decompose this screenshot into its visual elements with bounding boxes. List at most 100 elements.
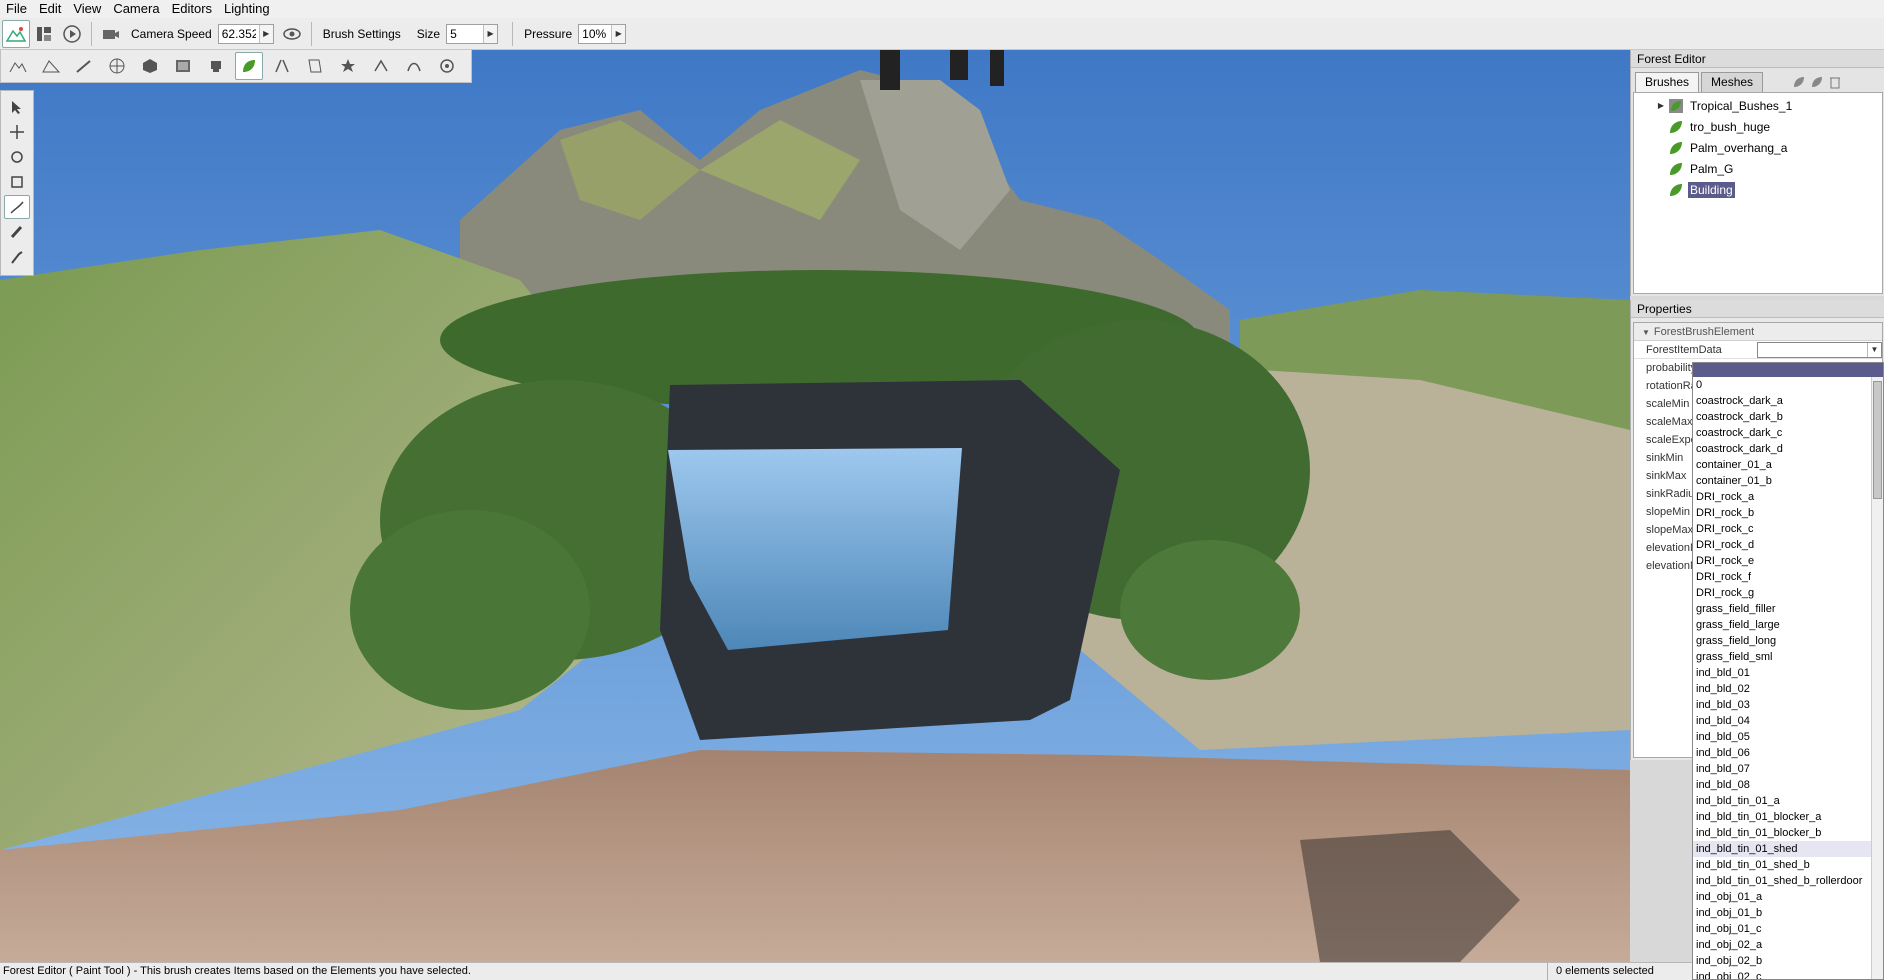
dropdown-option[interactable]: container_01_b [1693,473,1883,489]
menu-editors[interactable]: Editors [166,0,218,18]
dropdown-option[interactable]: 0 [1693,377,1883,393]
dropdown-option[interactable]: DRI_rock_e [1693,553,1883,569]
camera-speed-field[interactable]: ▶ [217,23,274,44]
dropdown-option[interactable]: ind_obj_01_b [1693,905,1883,921]
dropdown-option[interactable]: grass_field_long [1693,633,1883,649]
dropdown-option[interactable]: grass_field_large [1693,617,1883,633]
particle-button[interactable] [334,52,362,80]
new-brush-button[interactable] [1790,74,1808,90]
forest-item-data-select[interactable]: ▼ [1757,342,1882,358]
tree-item-building[interactable]: Building [1668,179,1735,200]
forest-item-dropdown[interactable]: 0 coastrock_dark_a coastrock_dark_b coastro… [1692,362,1884,980]
chevron-down-icon[interactable]: ▼ [1867,343,1881,357]
tree-item-palm-g[interactable]: Palm_G [1668,158,1735,179]
dropdown-option[interactable]: ind_obj_02_a [1693,937,1883,953]
gui-editor-button[interactable] [30,20,58,48]
tree-item-palm-overhang[interactable]: Palm_overhang_a [1668,137,1789,158]
paint-tool-button[interactable] [4,195,30,219]
erase-tool-button[interactable] [4,220,30,244]
pressure-input[interactable] [579,24,612,43]
forest-editor-button[interactable] [235,52,263,80]
rotate-tool-button[interactable] [4,145,30,169]
expand-arrow-icon[interactable]: ▶ [1654,101,1668,110]
dropdown-option[interactable]: coastrock_dark_b [1693,409,1883,425]
pressure-field[interactable]: ▶ [578,23,627,44]
dropdown-option[interactable]: ind_obj_01_c [1693,921,1883,937]
dropdown-option[interactable]: ind_bld_tin_01_shed_b_rollerdoor [1693,873,1883,889]
dropdown-option[interactable]: ind_bld_tin_01_blocker_b [1693,825,1883,841]
menu-edit[interactable]: Edit [33,0,67,18]
terrain-editor-button[interactable] [4,52,32,80]
visibility-button[interactable] [278,20,306,48]
sphere-button[interactable] [433,52,461,80]
dropdown-option[interactable]: ind_obj_02_c [1693,969,1883,979]
camera-speed-arrow-icon[interactable]: ▶ [258,24,273,43]
tree-button[interactable] [400,52,428,80]
dropdown-option[interactable]: ind_bld_01 [1693,665,1883,681]
dropdown-option[interactable]: ind_obj_01_a [1693,889,1883,905]
dropdown-scrollbar[interactable] [1871,377,1883,979]
dropdown-option[interactable]: ind_bld_tin_01_blocker_a [1693,809,1883,825]
dropdown-option[interactable]: ind_bld_tin_01_shed [1693,841,1883,857]
collapse-arrow-icon[interactable]: ▼ [1642,328,1650,337]
dropdown-option[interactable]: coastrock_dark_c [1693,425,1883,441]
dropdown-option[interactable]: ind_bld_tin_01_a [1693,793,1883,809]
size-field[interactable]: ▶ [446,23,499,44]
camera-speed-input[interactable] [218,24,259,43]
dropdown-option[interactable]: DRI_rock_g [1693,585,1883,601]
dropdown-option[interactable]: DRI_rock_d [1693,537,1883,553]
tree-item-tro-bush-huge[interactable]: tro_bush_huge [1668,116,1772,137]
select-tool-button[interactable] [4,95,30,119]
dropdown-option[interactable]: ind_bld_05 [1693,729,1883,745]
object-button[interactable] [136,52,164,80]
new-element-button[interactable] [1808,74,1826,90]
dropdown-option[interactable]: coastrock_dark_a [1693,393,1883,409]
property-group-header[interactable]: ▼ ForestBrushElement [1634,323,1882,341]
dropdown-option[interactable]: ind_obj_02_b [1693,953,1883,969]
sky-button[interactable] [103,52,131,80]
material-button[interactable] [301,52,329,80]
scrollbar-thumb[interactable] [1873,381,1882,499]
terrain-painter-button[interactable] [37,52,65,80]
tab-meshes[interactable]: Meshes [1701,72,1764,92]
dropdown-option[interactable]: ind_bld_03 [1693,697,1883,713]
road-button[interactable] [268,52,296,80]
menu-lighting[interactable]: Lighting [218,0,276,18]
pressure-arrow-icon[interactable]: ▶ [611,24,626,43]
menu-view[interactable]: View [67,0,107,18]
dropdown-option[interactable]: ind_bld_07 [1693,761,1883,777]
delete-brush-button[interactable] [1826,74,1844,90]
dropdown-option[interactable]: container_01_a [1693,457,1883,473]
dropdown-selected-empty[interactable] [1693,363,1883,377]
property-row-forest-item-data: ForestItemData ▼ [1634,341,1882,359]
dropdown-option[interactable]: DRI_rock_a [1693,489,1883,505]
shape-button[interactable] [367,52,395,80]
camera-button[interactable] [97,20,125,48]
dropdown-option[interactable]: DRI_rock_f [1693,569,1883,585]
scale-tool-button[interactable] [4,170,30,194]
dropdown-option[interactable]: grass_field_filler [1693,601,1883,617]
size-arrow-icon[interactable]: ▶ [483,24,498,43]
dropdown-option[interactable]: ind_bld_02 [1693,681,1883,697]
menu-camera[interactable]: Camera [107,0,165,18]
river-button[interactable] [202,52,230,80]
play-button[interactable] [58,20,86,48]
dropdown-option[interactable]: ind_bld_06 [1693,745,1883,761]
dropdown-option[interactable]: DRI_rock_b [1693,505,1883,521]
move-tool-button[interactable] [4,120,30,144]
dropdown-option[interactable]: ind_bld_04 [1693,713,1883,729]
dropdown-option[interactable]: ind_bld_08 [1693,777,1883,793]
scene-viewport[interactable] [0,50,1630,962]
dropdown-option[interactable]: ind_bld_tin_01_shed_b [1693,857,1883,873]
tab-brushes[interactable]: Brushes [1635,72,1700,92]
dropdown-option[interactable]: grass_field_sml [1693,649,1883,665]
decal-button[interactable] [169,52,197,80]
size-input[interactable] [447,24,484,43]
mesh-road-button[interactable] [70,52,98,80]
tree-item-tropical-bushes[interactable]: ▶ Tropical_Bushes_1 [1654,95,1794,116]
dropdown-option[interactable]: coastrock_dark_d [1693,441,1883,457]
brush-tool-button[interactable] [4,245,30,269]
world-editor-button[interactable] [2,19,30,48]
dropdown-option[interactable]: DRI_rock_c [1693,521,1883,537]
menu-file[interactable]: File [0,0,33,18]
